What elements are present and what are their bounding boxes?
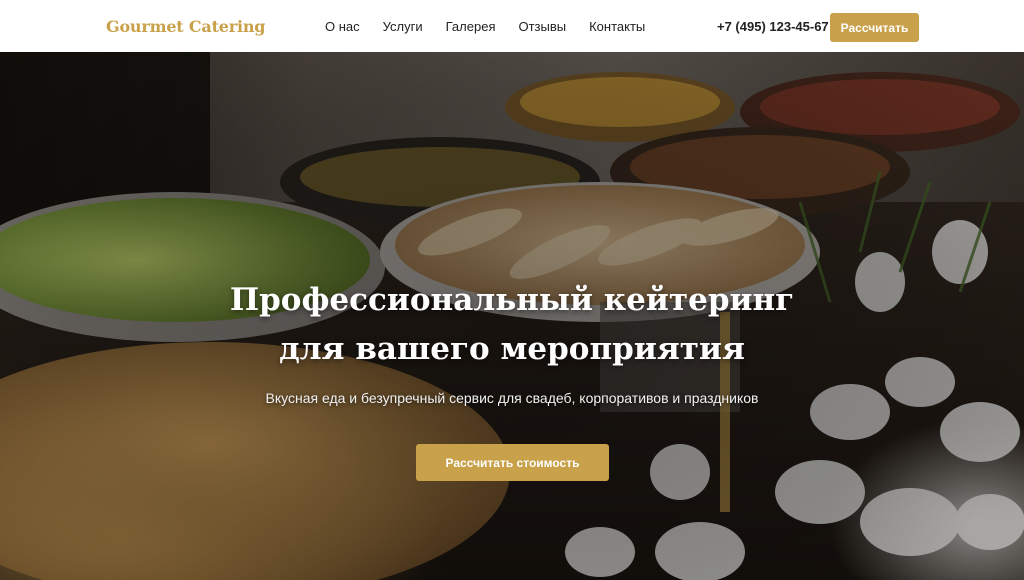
- logo[interactable]: Gourmet Catering: [106, 17, 265, 36]
- hero-section: Профессиональный кейтеринг для вашего ме…: [0, 52, 1024, 580]
- calculate-button[interactable]: Рассчитать: [830, 13, 919, 42]
- main-nav: О нас Услуги Галерея Отзывы Контакты: [325, 0, 668, 52]
- nav-item-contacts[interactable]: Контакты: [589, 19, 645, 34]
- hero-title-line-1: Профессиональный кейтеринг: [229, 282, 795, 318]
- nav-item-services[interactable]: Услуги: [383, 19, 423, 34]
- site-header: Gourmet Catering О нас Услуги Галерея От…: [0, 0, 1024, 52]
- phone-link[interactable]: +7 (495) 123-45-67: [717, 19, 829, 34]
- nav-item-reviews[interactable]: Отзывы: [518, 19, 566, 34]
- calculate-cost-button[interactable]: Рассчитать стоимость: [416, 444, 609, 481]
- nav-item-about[interactable]: О нас: [325, 19, 360, 34]
- hero-title-line-2: для вашего мероприятия: [279, 331, 745, 367]
- nav-item-gallery[interactable]: Галерея: [446, 19, 496, 34]
- hero-title: Профессиональный кейтеринг для вашего ме…: [0, 276, 1024, 374]
- hero-subtitle: Вкусная еда и безупречный сервис для сва…: [265, 390, 759, 406]
